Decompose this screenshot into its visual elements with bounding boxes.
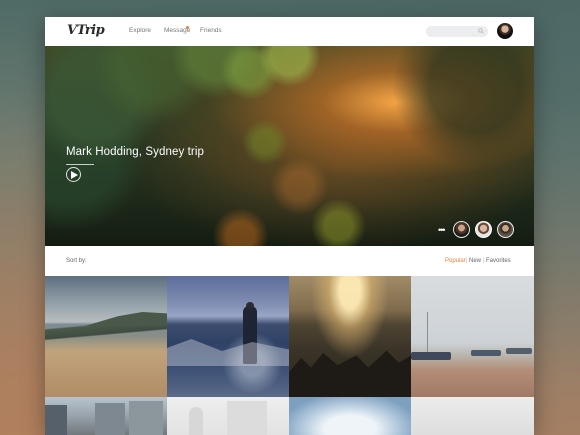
sort-option-popular[interactable]: Popular	[445, 258, 466, 264]
nav-explore[interactable]: Explore	[129, 27, 151, 34]
more-icon[interactable]: •••	[438, 226, 446, 235]
app-window: VTrip Explore Message Friends Mark Hoddi…	[45, 17, 534, 435]
photo-tile-architecture[interactable]	[167, 397, 289, 435]
sort-separator: |	[466, 258, 468, 264]
user-avatar[interactable]	[497, 23, 513, 39]
hero-title[interactable]: Mark Hodding, Sydney trip	[66, 146, 204, 158]
play-button[interactable]	[66, 167, 81, 182]
photo-tile-person-shore[interactable]	[167, 276, 289, 397]
participant-avatar[interactable]	[497, 221, 514, 238]
sort-separator: |	[483, 258, 485, 264]
search-icon[interactable]	[478, 28, 484, 34]
hero-banner: Mark Hodding, Sydney trip •••	[45, 46, 534, 246]
play-icon	[71, 171, 78, 179]
participant-avatar[interactable]	[475, 221, 492, 238]
message-notification-dot	[186, 26, 189, 29]
participant-avatar[interactable]	[453, 221, 470, 238]
photo-tile-misty[interactable]	[411, 397, 534, 435]
top-bar: VTrip Explore Message Friends	[45, 17, 534, 46]
photo-tile-city[interactable]	[45, 397, 167, 435]
photo-tile-boats[interactable]	[411, 276, 534, 397]
hero-title-underline	[66, 164, 94, 165]
sort-label: Sort by:	[66, 258, 87, 264]
photo-tile-sunset-trees[interactable]	[289, 276, 411, 397]
sort-option-favorites[interactable]: Favorites	[486, 258, 511, 264]
app-logo[interactable]: VTrip	[67, 23, 105, 38]
sort-option-new[interactable]: New	[469, 258, 481, 264]
photo-tile-waterfall[interactable]	[289, 397, 411, 435]
photo-tile-beach[interactable]	[45, 276, 167, 397]
sort-bar: Sort by: Popular | New | Favorites	[45, 246, 534, 276]
nav-friends[interactable]: Friends	[200, 27, 222, 34]
